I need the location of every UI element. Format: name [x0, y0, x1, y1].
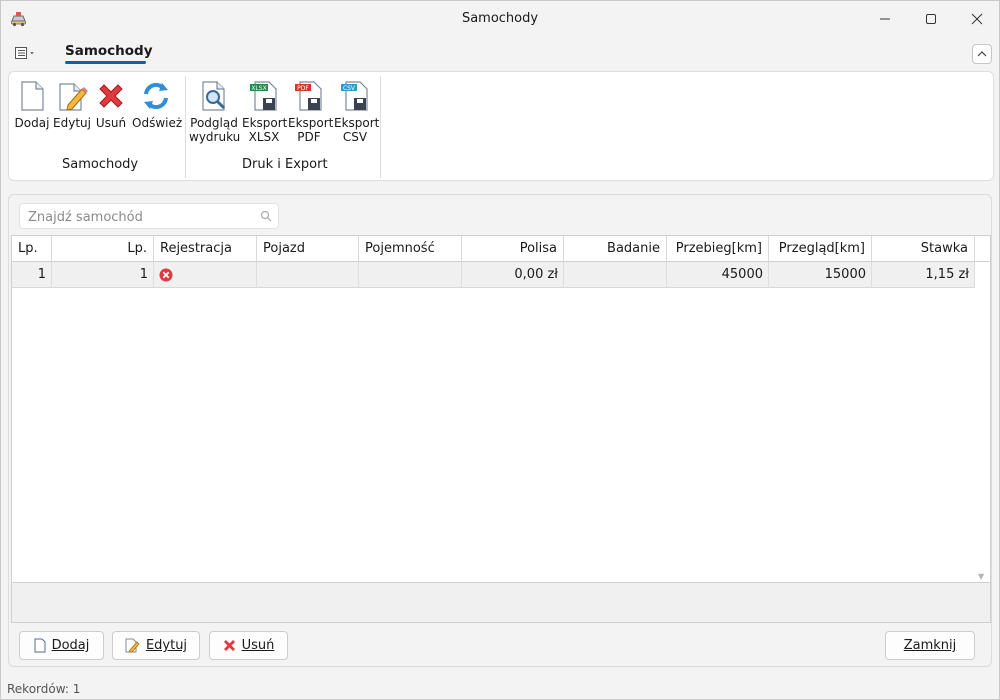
maximize-button[interactable]: [908, 1, 954, 37]
ribbon-print-preview-label-1: Podgląd: [190, 116, 238, 130]
column-header-lp-2[interactable]: Lp.: [52, 236, 154, 262]
column-header-pojemnosc[interactable]: Pojemność: [359, 236, 462, 262]
collapse-ribbon-button[interactable]: [972, 44, 992, 64]
table-cell-pojemnosc[interactable]: [359, 262, 462, 288]
table-summary-row: [11, 583, 991, 623]
ribbon-separator: [380, 76, 381, 178]
column-header-rejestracja[interactable]: Rejestracja: [154, 236, 257, 262]
delete-button[interactable]: Usuń: [209, 631, 288, 660]
ribbon-group-label-samochody: Samochody: [62, 157, 139, 172]
ribbon-tab-row: Samochody: [1, 37, 999, 69]
column-header-przeglad[interactable]: Przegląd[km]: [769, 236, 872, 262]
close-button-label: Zamknij: [903, 638, 957, 653]
close-button[interactable]: Zamknij: [885, 631, 975, 660]
ribbon-delete-button[interactable]: Usuń: [95, 80, 127, 130]
delete-button-label: Usuń: [241, 638, 275, 653]
table-cell-stawka[interactable]: 1,15 zł: [872, 262, 975, 288]
tab-samochody[interactable]: Samochody: [65, 43, 153, 59]
ribbon-panel: Dodaj Edytuj Usuń Odśwież Samochody Podg…: [8, 71, 994, 181]
new-document-icon: [34, 638, 46, 653]
add-button[interactable]: Dodaj: [19, 631, 104, 660]
cars-table: Lp. Lp. Rejestracja Pojazd Pojemność Pol…: [11, 235, 991, 583]
column-header-lp[interactable]: Lp.: [12, 236, 52, 262]
xlsx-badge-text: XLSX: [251, 85, 266, 92]
print-preview-icon: [202, 81, 226, 111]
main-window: Samochody Samochody Dodaj Edytuj Usuń Od…: [0, 0, 1000, 700]
search-input[interactable]: [28, 208, 248, 226]
chevron-up-icon: [977, 51, 987, 57]
active-tab-indicator: [65, 61, 146, 64]
header-scroll-corner: [975, 236, 990, 262]
table-cell-lp-2[interactable]: 1: [52, 262, 154, 288]
maximize-icon: [926, 14, 936, 24]
ribbon-export-csv-label-2: CSV: [342, 130, 368, 144]
edit-button[interactable]: Edytuj: [112, 631, 200, 660]
close-icon: [971, 13, 983, 25]
table-cell-badanie[interactable]: [564, 262, 667, 288]
ribbon-export-pdf-label-1: Eksport: [288, 116, 334, 130]
column-header-badanie[interactable]: Badanie: [564, 236, 667, 262]
add-button-label: Dodaj: [51, 638, 90, 653]
ribbon-export-csv-label-1: Eksport: [334, 116, 380, 130]
column-header-pojazd[interactable]: Pojazd: [257, 236, 359, 262]
table-cell-przeglad[interactable]: 15000: [769, 262, 872, 288]
refresh-icon: [144, 82, 168, 110]
export-pdf-icon: PDF: [295, 81, 322, 111]
pdf-badge-text: PDF: [297, 85, 309, 92]
ribbon-refresh-button[interactable]: Odśwież: [132, 80, 183, 130]
ribbon-export-xlsx-label-2: XLSX: [248, 130, 280, 144]
ribbon-export-xlsx-label-1: Eksport: [242, 116, 288, 130]
table-cell-lp[interactable]: 1: [12, 262, 52, 288]
ribbon-export-xlsx-button[interactable]: XLSX Eksport XLSX: [242, 80, 288, 144]
ribbon-print-preview-button[interactable]: Podgląd wydruku: [189, 80, 241, 144]
ribbon-separator: [185, 76, 186, 178]
delete-x-icon: [223, 640, 235, 651]
ribbon-refresh-label: Odśwież: [132, 116, 183, 130]
table-cell-rejestracja[interactable]: [154, 262, 257, 288]
ribbon-export-pdf-button[interactable]: PDF Eksport PDF: [288, 80, 334, 144]
search-icon: [260, 210, 272, 222]
close-window-button[interactable]: [954, 1, 1000, 37]
table-cell-polisa[interactable]: 0,00 zł: [462, 262, 564, 288]
title-bar: Samochody: [1, 1, 999, 37]
ribbon-export-pdf-label-2: PDF: [297, 130, 321, 144]
new-document-icon: [21, 81, 44, 111]
search-box[interactable]: [19, 203, 279, 229]
ribbon-add-label: Dodaj: [14, 116, 50, 130]
ribbon-edit-label: Edytuj: [53, 116, 91, 130]
ribbon-delete-label: Usuń: [95, 116, 127, 130]
ribbon-add-button[interactable]: Dodaj: [14, 80, 50, 130]
application-menu-icon[interactable]: [14, 45, 38, 61]
column-header-przebieg[interactable]: Przebieg[km]: [667, 236, 769, 262]
edit-button-label: Edytuj: [145, 638, 188, 653]
scroll-down-arrow-icon[interactable]: ▼: [978, 572, 984, 581]
export-csv-icon: CSV: [341, 81, 368, 111]
export-xlsx-icon: XLSX: [250, 81, 277, 111]
ribbon-export-csv-button[interactable]: CSV Eksport CSV: [334, 80, 380, 144]
delete-x-icon: [99, 84, 123, 108]
edit-document-icon: [59, 83, 88, 111]
minimize-button[interactable]: [862, 1, 908, 37]
minimize-icon: [880, 18, 890, 20]
error-circle-icon: [159, 268, 173, 281]
ribbon-group-label-druk-export: Druk i Export: [242, 157, 328, 172]
table-cell-przebieg[interactable]: 45000: [667, 262, 769, 288]
column-header-polisa[interactable]: Polisa: [462, 236, 564, 262]
csv-badge-text: CSV: [343, 85, 356, 92]
edit-icon: [125, 638, 140, 653]
ribbon-print-preview-label-2: wydruku: [189, 130, 241, 144]
window-title: Samochody: [461, 11, 539, 26]
table-cell-pojazd[interactable]: [257, 262, 359, 288]
column-header-stawka[interactable]: Stawka: [872, 236, 975, 262]
status-bar-records: Rekordów: 1: [7, 682, 81, 696]
ribbon-edit-button[interactable]: Edytuj: [53, 80, 91, 130]
